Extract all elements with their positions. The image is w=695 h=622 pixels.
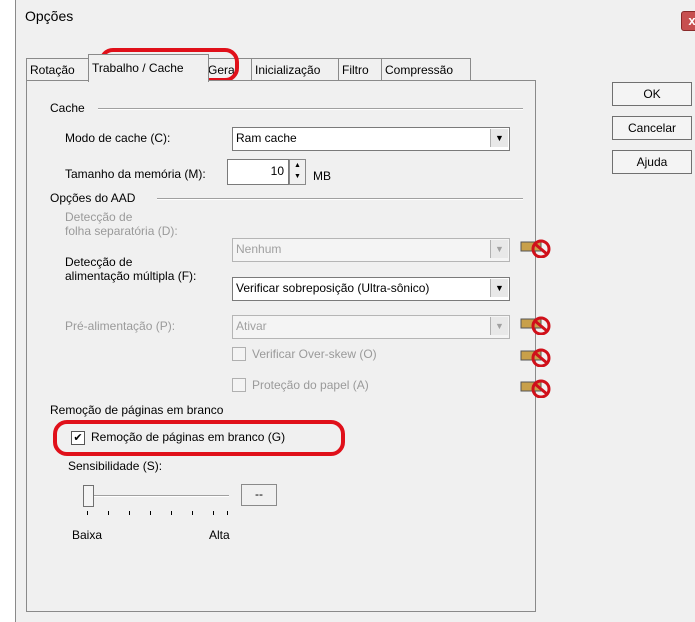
prefeed-label: Pré-alimentação (P): <box>65 319 176 333</box>
no-scanner-icon <box>520 379 551 398</box>
tab-inicializacao[interactable]: Inicialização <box>251 58 345 81</box>
prefeed-select[interactable]: Ativar ▼ <box>232 315 510 339</box>
sensitivity-label: Sensibilidade (S): <box>68 459 163 473</box>
options-dialog: Opções x Rotação Trabalho / Cache Geral … <box>15 0 695 622</box>
spin-up-icon[interactable]: ▲ <box>290 160 305 171</box>
tab-trabalho-cache[interactable]: Trabalho / Cache <box>88 54 209 82</box>
memory-unit-label: MB <box>313 169 331 183</box>
no-scanner-icon <box>520 316 551 335</box>
chevron-down-icon[interactable]: ▼ <box>490 317 508 335</box>
cancel-button[interactable]: Cancelar <box>612 116 692 140</box>
memory-size-value: 10 <box>270 164 284 178</box>
paper-protect-label: Proteção do papel (A) <box>252 378 369 392</box>
chevron-down-icon[interactable]: ▼ <box>490 129 508 147</box>
ok-button[interactable]: OK <box>612 82 692 106</box>
aad-group-label: Opções do AAD <box>50 191 136 205</box>
sensitivity-value: -- <box>241 484 277 506</box>
separator-select[interactable]: Nenhum ▼ <box>232 238 510 262</box>
cache-mode-value: Ram cache <box>236 131 297 145</box>
multifeed-label-line1: Detecção de <box>65 255 133 269</box>
slider-thumb[interactable] <box>83 485 94 507</box>
aad-divider <box>157 198 523 200</box>
help-button[interactable]: Ajuda <box>612 150 692 174</box>
slider-track <box>89 495 229 497</box>
spin-down-icon[interactable]: ▼ <box>290 171 305 182</box>
tab-panel: Cache Modo de cache (C): Ram cache ▼ Tam… <box>26 80 551 612</box>
multifeed-label-line2: alimentação múltipla (F): <box>65 269 197 283</box>
sensitivity-slider[interactable] <box>81 483 231 513</box>
separator-label-line1: Detecção de <box>65 210 133 224</box>
cache-mode-label: Modo de cache (C): <box>65 131 171 145</box>
chevron-down-icon[interactable]: ▼ <box>490 279 508 297</box>
close-button[interactable]: x <box>681 11 695 31</box>
multifeed-value: Verificar sobreposição (Ultra-sônico) <box>236 281 430 295</box>
checkbox-highlight-circle <box>53 420 345 456</box>
memory-size-label: Tamanho da memória (M): <box>65 167 206 181</box>
paper-protect-checkbox[interactable] <box>232 378 246 392</box>
multifeed-select[interactable]: Verificar sobreposição (Ultra-sônico) ▼ <box>232 277 510 301</box>
chevron-down-icon[interactable]: ▼ <box>490 240 508 258</box>
no-scanner-icon <box>520 239 551 258</box>
sensitivity-low-label: Baixa <box>72 528 103 542</box>
tab-compressao[interactable]: Compressão <box>381 58 471 81</box>
memory-spinner[interactable]: ▲ ▼ <box>289 159 306 185</box>
memory-size-input[interactable]: 10 <box>227 159 289 185</box>
cache-group-label: Cache <box>50 101 85 115</box>
cache-divider <box>98 108 523 110</box>
blank-page-group-label: Remoção de páginas em branco <box>50 403 224 417</box>
tab-rotacao[interactable]: Rotação <box>26 58 92 81</box>
prefeed-value: Ativar <box>236 319 267 333</box>
separator-value: Nenhum <box>236 242 282 256</box>
overskew-label: Verificar Over-skew (O) <box>252 347 377 361</box>
tab-filtro[interactable]: Filtro <box>338 58 386 81</box>
window-title: Opções <box>25 8 74 24</box>
no-scanner-icon <box>520 348 551 367</box>
title-bar: Opções x <box>16 0 695 33</box>
tab-strip: Rotação Trabalho / Cache Geral Inicializ… <box>26 54 556 82</box>
separator-label-line2: folha separatória (D): <box>65 224 178 238</box>
cache-mode-select[interactable]: Ram cache ▼ <box>232 127 510 151</box>
sensitivity-high-label: Alta <box>209 528 230 542</box>
overskew-checkbox[interactable] <box>232 347 246 361</box>
